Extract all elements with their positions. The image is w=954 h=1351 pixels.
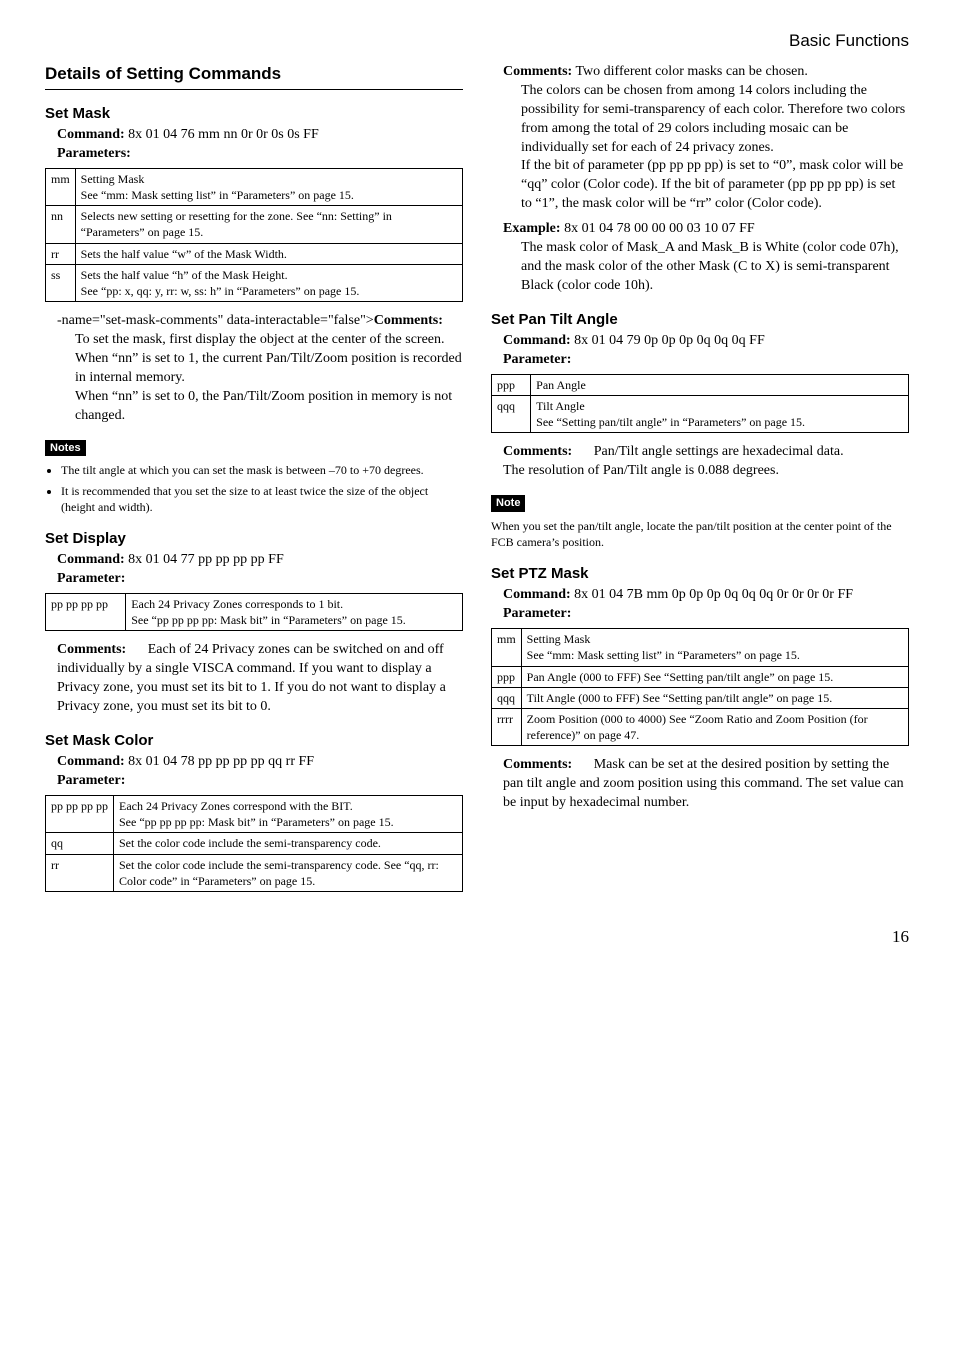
command-value: 8x 01 04 78 pp pp pp pp qq rr FF xyxy=(128,754,314,769)
param-value: Each 24 Privacy Zones correspond with th… xyxy=(114,795,463,832)
param-value: Tilt Angle See “Setting pan/tilt angle” … xyxy=(531,395,909,432)
note-body: When you set the pan/tilt angle, locate … xyxy=(491,518,909,550)
param-key: qqq xyxy=(492,687,522,708)
comments-body: The colors can be chosen from among 14 c… xyxy=(521,82,909,214)
comments-label: Comments: xyxy=(503,64,572,79)
command-value: 8x 01 04 7B mm 0p 0p 0p 0q 0q 0q 0r 0r 0… xyxy=(574,587,853,602)
comments-body-text: To set the mask, first display the objec… xyxy=(75,331,463,425)
param-key: qq xyxy=(46,833,114,854)
notes-badge: Notes xyxy=(45,440,86,457)
param-key: qqq xyxy=(492,395,531,432)
set-ptz-title: Set PTZ Mask xyxy=(491,564,909,584)
set-pan-tilt-title: Set Pan Tilt Angle xyxy=(491,310,909,330)
param-key: mm xyxy=(46,168,76,205)
set-mask-color-title: Set Mask Color xyxy=(45,731,463,751)
parameter-label: Parameter: xyxy=(57,772,463,791)
param-key: mm xyxy=(492,629,522,666)
param-value: Tilt Angle (000 to FFF) See “Setting pan… xyxy=(521,687,908,708)
param-key: nn xyxy=(46,206,76,243)
set-pan-tilt-param-table: pppPan Angle qqqTilt Angle See “Setting … xyxy=(491,374,909,434)
command-label: Command: xyxy=(503,587,571,602)
command-label: Command: xyxy=(503,333,571,348)
param-value: Sets the half value “w” of the Mask Widt… xyxy=(75,243,462,264)
param-value: Zoom Position (000 to 4000) See “Zoom Ra… xyxy=(521,709,908,746)
left-column: Details of Setting Commands Set Mask Com… xyxy=(45,59,463,902)
command-label: Command: xyxy=(57,754,125,769)
param-key: pp pp pp pp xyxy=(46,795,114,832)
right-column: Comments: Two different color masks can … xyxy=(491,59,909,902)
example-body: The mask color of Mask_A and Mask_B is W… xyxy=(521,239,909,296)
param-value: Set the color code include the semi-tran… xyxy=(114,833,463,854)
page-header: Basic Functions xyxy=(45,30,909,53)
note-item: The tilt angle at which you can set the … xyxy=(61,462,463,478)
set-display-param-table: pp pp pp ppEach 24 Privacy Zones corresp… xyxy=(45,593,463,631)
comments-label: Comments: xyxy=(57,642,126,657)
param-value: Selects new setting or resetting for the… xyxy=(75,206,462,243)
comments-label: Comments: xyxy=(374,313,443,328)
set-mask-title: Set Mask xyxy=(45,104,463,124)
command-value: 8x 01 04 77 pp pp pp pp FF xyxy=(128,552,284,567)
param-value: Pan Angle (000 to FFF) See “Setting pan/… xyxy=(521,666,908,687)
comments-head: Two different color masks can be chosen. xyxy=(575,64,807,79)
parameter-label: Parameter: xyxy=(503,351,909,370)
param-value: Setting Mask See “mm: Mask setting list”… xyxy=(521,629,908,666)
param-key: ppp xyxy=(492,374,531,395)
command-value: 8x 01 04 79 0p 0p 0p 0q 0q 0q FF xyxy=(574,333,765,348)
comments-label: Comments: xyxy=(503,444,572,459)
param-key: rr xyxy=(46,243,76,264)
example-label: Example: xyxy=(503,221,561,236)
command-value: 8x 01 04 76 mm nn 0r 0r 0s 0s FF xyxy=(128,127,319,142)
param-key: pp pp pp pp xyxy=(46,594,126,631)
page-number: 16 xyxy=(45,926,909,949)
note-badge: Note xyxy=(491,495,525,512)
set-mask-color-param-table: pp pp pp ppEach 24 Privacy Zones corresp… xyxy=(45,795,463,892)
param-value: Set the color code include the semi-tran… xyxy=(114,854,463,891)
command-label: Command: xyxy=(57,552,125,567)
parameter-label: Parameter: xyxy=(57,570,463,589)
param-value: Setting Mask See “mm: Mask setting list”… xyxy=(75,168,462,205)
comments-label: Comments: xyxy=(503,757,572,772)
notes-list: The tilt angle at which you can set the … xyxy=(45,462,463,515)
param-key: ss xyxy=(46,264,76,301)
parameters-label: Parameters: xyxy=(57,145,463,164)
set-display-title: Set Display xyxy=(45,529,463,549)
parameter-label: Parameter: xyxy=(503,605,909,624)
param-key: rrrr xyxy=(492,709,522,746)
param-value: Sets the half value “h” of the Mask Heig… xyxy=(75,264,462,301)
set-mask-param-table: mmSetting Mask See “mm: Mask setting lis… xyxy=(45,168,463,302)
param-value: Pan Angle xyxy=(531,374,909,395)
param-key: ppp xyxy=(492,666,522,687)
param-value: Each 24 Privacy Zones corresponds to 1 b… xyxy=(126,594,463,631)
param-key: rr xyxy=(46,854,114,891)
set-ptz-param-table: mmSetting Mask See “mm: Mask setting lis… xyxy=(491,628,909,746)
command-label: Command: xyxy=(57,127,125,142)
section-main-title: Details of Setting Commands xyxy=(45,63,463,90)
example-head: 8x 01 04 78 00 00 00 03 10 07 FF xyxy=(564,221,755,236)
note-item: It is recommended that you set the size … xyxy=(61,483,463,515)
